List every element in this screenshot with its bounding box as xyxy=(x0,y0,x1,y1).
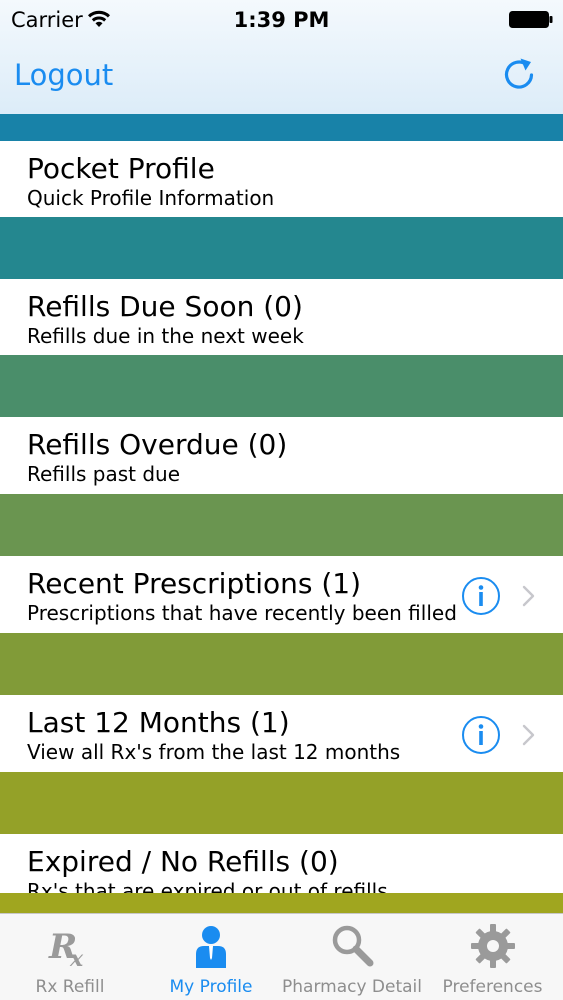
svg-text:x: x xyxy=(69,946,84,970)
row-title: Refills Overdue (0) xyxy=(27,428,288,461)
info-icon[interactable] xyxy=(461,715,501,755)
row-title: Last 12 Months (1) xyxy=(27,706,290,739)
battery-icon xyxy=(509,11,553,28)
row-refills-overdue[interactable]: Refills Overdue (0) Refills past due xyxy=(0,417,563,494)
row-recent-prescriptions[interactable]: Recent Prescriptions (1) Prescriptions t… xyxy=(0,556,563,633)
logout-button[interactable]: Logout xyxy=(14,56,113,94)
tab-rx-refill[interactable]: R x Rx Refill xyxy=(0,914,140,1000)
row-subtitle: Refills due in the next week xyxy=(27,324,304,348)
status-time: 1:39 PM xyxy=(233,8,330,32)
screen: Carrier 1:39 PM Logout Pocket Profile Qu… xyxy=(0,0,563,1000)
row-subtitle: Quick Profile Information xyxy=(27,186,275,210)
row-last-12-months[interactable]: Last 12 Months (1) View all Rx's from th… xyxy=(0,695,563,772)
row-subtitle: View all Rx's from the last 12 months xyxy=(27,740,401,764)
row-title: Pocket Profile xyxy=(27,152,215,185)
row-title: Refills Due Soon (0) xyxy=(27,290,303,323)
row-refills-due-soon[interactable]: Refills Due Soon (0) Refills due in the … xyxy=(0,279,563,355)
tab-my-profile[interactable]: My Profile xyxy=(140,914,282,1000)
tab-bar: R x Rx Refill My Profile Pharmacy Detail xyxy=(0,913,563,1000)
person-icon xyxy=(196,926,226,968)
top-bar: Carrier 1:39 PM Logout xyxy=(0,0,563,114)
separator-band xyxy=(0,494,563,556)
row-subtitle: Refills past due xyxy=(27,462,181,486)
chevron-right-icon xyxy=(522,724,535,746)
tab-label: Preferences xyxy=(442,977,543,997)
tab-label: Rx Refill xyxy=(35,977,105,997)
row-title: Expired / No Refills (0) xyxy=(27,845,339,878)
row-subtitle: Rx's that are expired or out of refills xyxy=(27,879,388,893)
search-icon xyxy=(332,925,374,967)
row-subtitle: Prescriptions that have recently been fi… xyxy=(27,601,457,625)
row-expired-no-refills[interactable]: Expired / No Refills (0) Rx's that are e… xyxy=(0,834,563,893)
separator-band xyxy=(0,114,563,141)
info-icon[interactable] xyxy=(461,576,501,616)
separator-band xyxy=(0,355,563,417)
chevron-right-icon xyxy=(522,585,535,607)
rx-icon: R x xyxy=(48,927,84,970)
row-pocket-profile[interactable]: Pocket Profile Quick Profile Information xyxy=(0,141,563,217)
tab-label: Pharmacy Detail xyxy=(282,977,423,997)
row-title: Recent Prescriptions (1) xyxy=(27,567,362,600)
separator-band xyxy=(0,772,563,834)
separator-band xyxy=(0,217,563,279)
gear-icon xyxy=(470,924,515,968)
tab-label: My Profile xyxy=(169,977,253,997)
separator-band xyxy=(0,893,563,913)
tab-preferences[interactable]: Preferences xyxy=(422,914,563,1000)
status-bar: Carrier 1:39 PM xyxy=(0,0,563,40)
tab-pharmacy-detail[interactable]: Pharmacy Detail xyxy=(282,914,422,1000)
refresh-icon[interactable] xyxy=(498,53,540,95)
separator-band xyxy=(0,633,563,695)
